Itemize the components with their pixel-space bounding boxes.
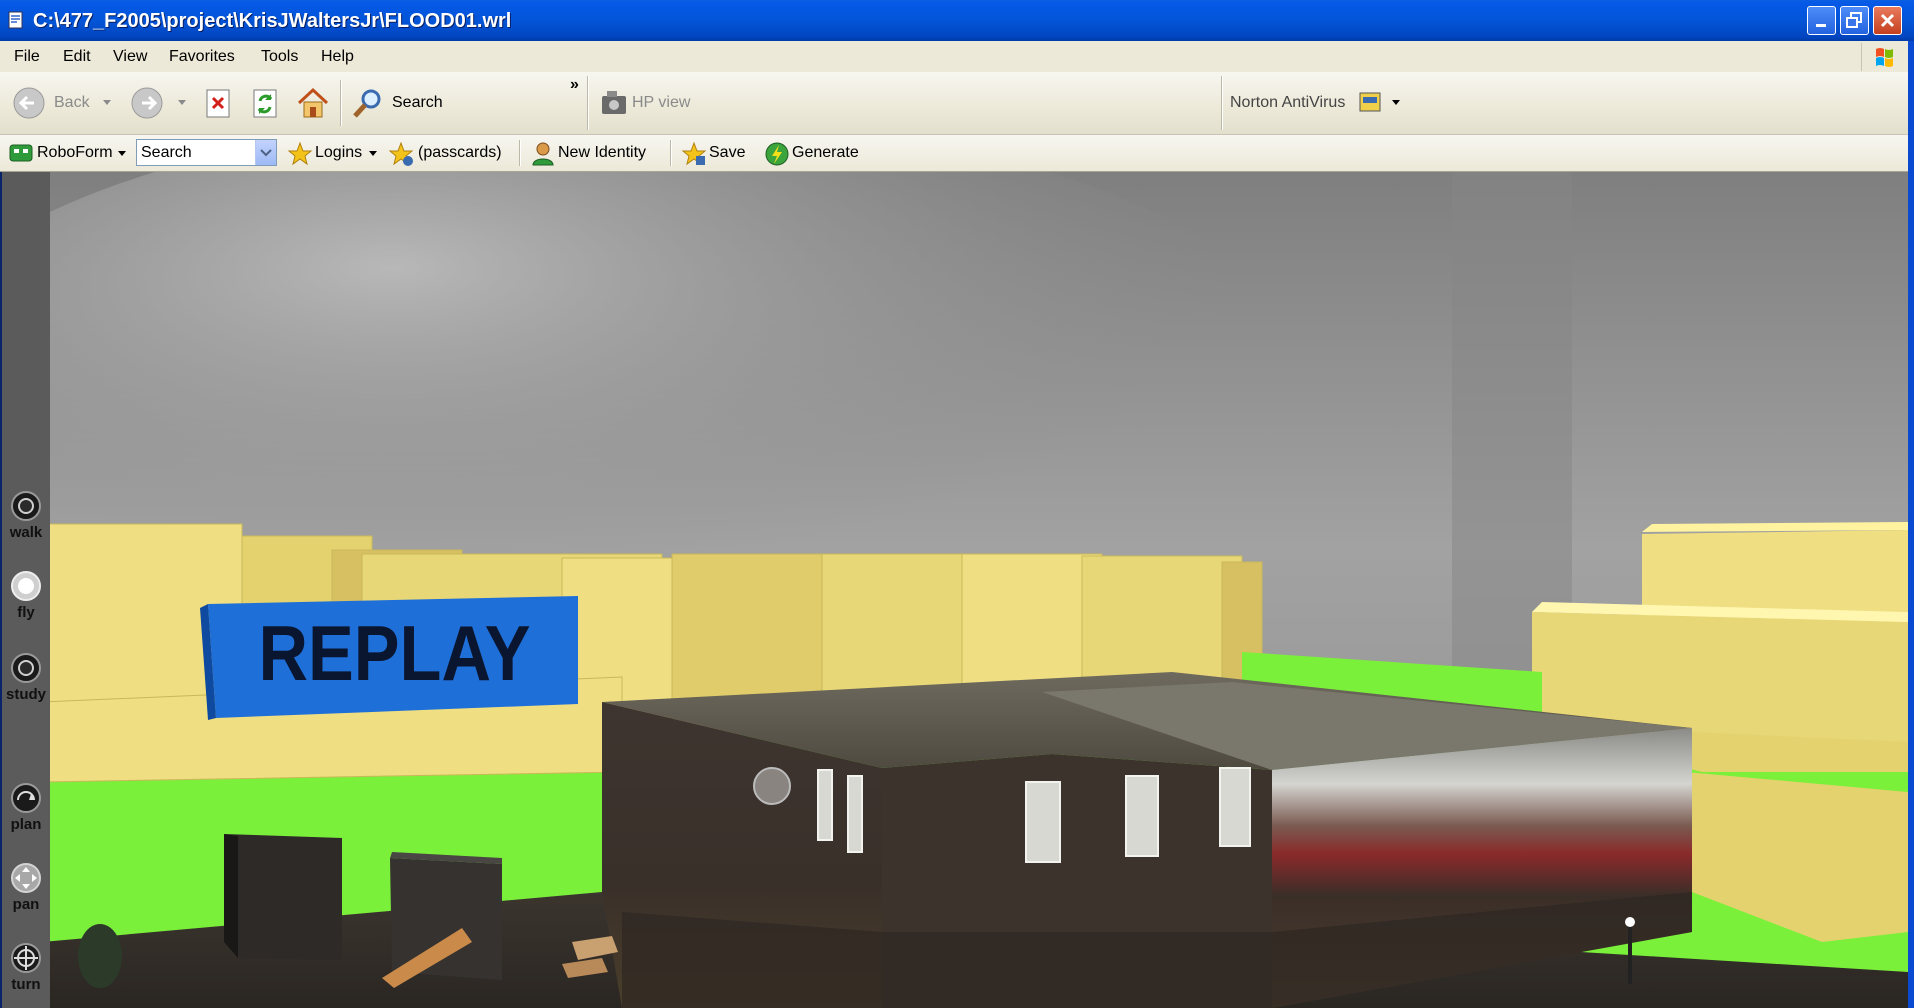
light-pole bbox=[1625, 917, 1635, 927]
restore-icon bbox=[1846, 12, 1862, 28]
home-button[interactable] bbox=[296, 86, 330, 120]
flooded-building bbox=[602, 672, 1692, 1008]
study-label: study bbox=[5, 686, 46, 703]
save-star-icon bbox=[681, 141, 707, 166]
windows-logo-icon bbox=[1861, 43, 1906, 71]
stop-icon bbox=[206, 89, 230, 118]
roboform-dropdown-icon bbox=[118, 151, 126, 156]
minimize-icon bbox=[1816, 24, 1826, 27]
hp-view-label: HP view bbox=[632, 94, 691, 111]
roboform-label: RoboForm bbox=[37, 144, 113, 161]
pan-label: pan bbox=[12, 896, 40, 913]
forward-arrow-icon bbox=[131, 87, 163, 119]
roboform-button[interactable]: RoboForm bbox=[6, 137, 130, 169]
menu-view[interactable]: View bbox=[113, 48, 147, 66]
walk-knob-icon bbox=[11, 491, 41, 521]
logins-label: Logins bbox=[315, 144, 363, 161]
refresh-icon bbox=[253, 89, 277, 118]
tree bbox=[78, 924, 122, 988]
roboform-search-input[interactable]: Search bbox=[136, 139, 277, 166]
window-right-border bbox=[1908, 41, 1914, 1008]
identity-person-icon bbox=[532, 142, 554, 166]
toolbar-separator bbox=[1221, 76, 1223, 130]
roboform-icon bbox=[9, 144, 33, 162]
forward-button[interactable] bbox=[130, 86, 190, 120]
minimize-button[interactable] bbox=[1807, 6, 1836, 35]
walk-label: walk bbox=[9, 524, 43, 541]
roboform-toolbar: RoboForm Search Logins (passcards) New I… bbox=[0, 135, 1914, 172]
replay-label[interactable]: REPLAY bbox=[258, 609, 530, 697]
menu-bar: File Edit View Favorites Tools Help bbox=[0, 41, 1914, 73]
save-label: Save bbox=[709, 144, 746, 161]
save-button[interactable]: Save bbox=[679, 137, 751, 169]
search-icon bbox=[353, 89, 381, 118]
norton-shield-icon bbox=[1359, 92, 1381, 112]
logins-dropdown-icon bbox=[369, 151, 377, 156]
back-button[interactable]: Back bbox=[12, 86, 112, 120]
search-label: Search bbox=[392, 94, 443, 111]
roboform-search-value: Search bbox=[141, 144, 192, 161]
norton-label: Norton AntiVirus bbox=[1230, 94, 1346, 111]
home-icon bbox=[297, 87, 329, 118]
plan-knob-icon bbox=[11, 783, 41, 813]
vrml-navigation-panel: walk fly study plan pan turn bbox=[2, 172, 50, 1008]
toolbar-separator bbox=[519, 140, 521, 166]
hp-view-button[interactable]: HP view bbox=[598, 86, 708, 120]
back-arrow-icon bbox=[13, 87, 45, 119]
toolbar-separator bbox=[670, 140, 672, 166]
restore-button[interactable] bbox=[1840, 6, 1869, 35]
menu-tools[interactable]: Tools bbox=[261, 48, 298, 66]
standard-toolbar: Back Search » HP view Norton AntiVirus bbox=[0, 72, 1914, 135]
plan-label: plan bbox=[10, 816, 42, 833]
generate-button[interactable]: Generate bbox=[762, 137, 872, 169]
hp-camera-icon bbox=[602, 91, 626, 114]
menu-file[interactable]: File bbox=[14, 48, 40, 66]
document-icon bbox=[8, 11, 23, 29]
turn-knob-icon bbox=[11, 943, 41, 973]
norton-antivirus-button[interactable]: Norton AntiVirus bbox=[1230, 86, 1410, 120]
close-button[interactable] bbox=[1873, 6, 1902, 35]
back-label: Back bbox=[54, 94, 90, 111]
logins-button[interactable]: Logins bbox=[285, 137, 381, 169]
turn-label: turn bbox=[11, 976, 41, 993]
menu-help[interactable]: Help bbox=[321, 48, 354, 66]
vrml-3d-viewport[interactable]: REPLAY bbox=[2, 172, 1908, 1008]
passcards-button[interactable]: (passcards) bbox=[386, 137, 506, 169]
back-dropdown-icon bbox=[103, 100, 111, 105]
study-knob-icon bbox=[11, 653, 41, 683]
title-bar: C:\477_F2005\project\KrisJWaltersJr\FLOO… bbox=[0, 0, 1914, 41]
toolbar-chevron[interactable]: » bbox=[570, 76, 579, 94]
passcards-label: (passcards) bbox=[418, 144, 502, 161]
toolbar-separator bbox=[587, 76, 589, 130]
close-icon bbox=[1880, 13, 1895, 28]
light-pole bbox=[1628, 924, 1632, 984]
refresh-button[interactable] bbox=[251, 88, 281, 120]
window-title: C:\477_F2005\project\KrisJWaltersJr\FLOO… bbox=[33, 10, 512, 32]
generate-label: Generate bbox=[792, 144, 859, 161]
forward-dropdown-icon bbox=[178, 100, 186, 105]
toolbar-separator bbox=[340, 80, 342, 126]
search-button[interactable]: Search bbox=[350, 86, 450, 120]
passcards-star-icon bbox=[388, 141, 414, 166]
norton-dropdown-icon bbox=[1392, 100, 1400, 105]
fly-label: fly bbox=[17, 604, 35, 621]
menu-favorites[interactable]: Favorites bbox=[169, 48, 235, 66]
fly-knob-icon bbox=[11, 571, 41, 601]
new-identity-button[interactable]: New Identity bbox=[528, 137, 658, 169]
3d-scene: REPLAY bbox=[2, 172, 1908, 1008]
generate-lightning-icon bbox=[765, 142, 789, 166]
new-identity-label: New Identity bbox=[558, 144, 647, 161]
search-dropdown-icon[interactable] bbox=[255, 140, 276, 165]
logins-star-icon bbox=[287, 141, 313, 166]
stop-button[interactable] bbox=[204, 88, 234, 120]
menu-edit[interactable]: Edit bbox=[63, 48, 91, 66]
replay-sign[interactable]: REPLAY bbox=[200, 596, 578, 720]
pan-knob-icon bbox=[11, 863, 41, 893]
